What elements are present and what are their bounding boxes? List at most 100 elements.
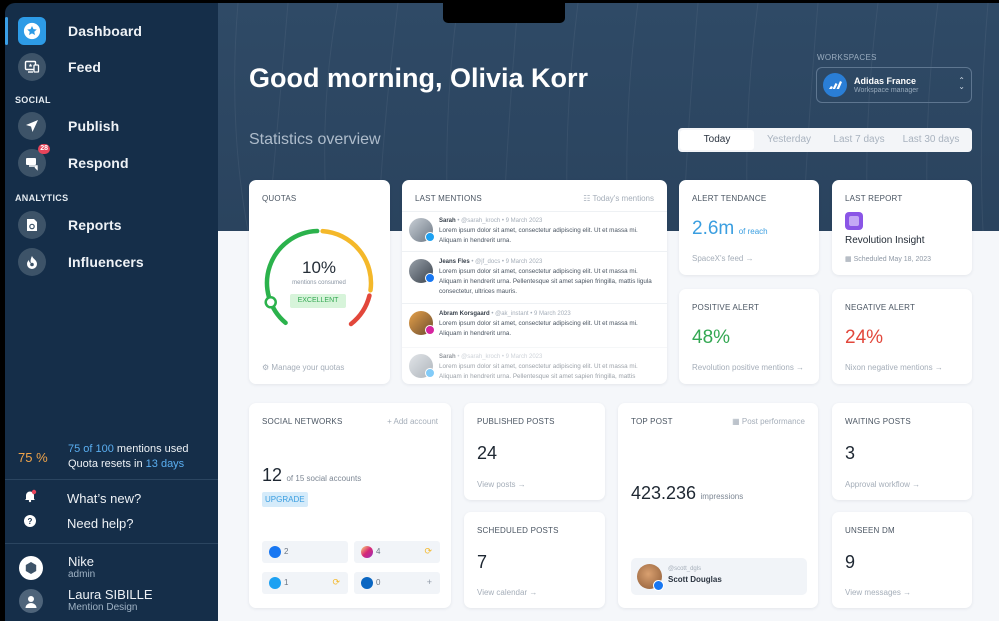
negative-mentions-link[interactable]: Nixon negative mentions → [845,363,943,372]
tab-today[interactable]: Today [680,130,754,150]
instagram-accounts-tile[interactable]: 4 ⟳ [354,541,440,563]
user-avatar-icon [19,588,43,613]
published-count: 24 [477,443,498,463]
card-title: POSITIVE ALERT [692,303,760,312]
sidebar-item-label: Reports [68,217,122,233]
account-nike[interactable]: Nike admin [19,554,95,581]
linkedin-accounts-tile[interactable]: 0 + [354,572,440,594]
impressions-unit: impressions [700,492,744,501]
mention-item[interactable]: Sarah • @sarah_kroch • 9 March 2023 Lore… [402,211,667,251]
top-post-author[interactable]: @scott_dgls Scott Douglas [631,558,807,595]
divider [5,479,218,480]
card-title: UNSEEN DM [845,526,895,535]
facebook-accounts-tile[interactable]: 2 [262,541,348,563]
view-calendar-link[interactable]: View calendar → [477,588,537,597]
mention-date: 9 March 2023 [505,218,543,224]
view-posts-link[interactable]: View posts → [477,480,526,489]
mention-text: Lorem ipsum dolor sit amet, consectetur … [439,268,652,295]
active-indicator [5,17,8,45]
gauge-segment-bad [348,293,372,327]
sidebar-item-publish[interactable]: Publish [18,112,119,140]
mention-item[interactable]: Jeans Fles • @jf_docs • 9 March 2023 Lor… [402,251,667,303]
mention-handle: @sarah_kroch [461,354,501,360]
chevron-updown-icon: ⌃ ⌄ [958,76,965,91]
facebook-icon [425,273,435,283]
top-post-card: TOP POST ▦ Post performance 423.236 impr… [618,403,818,608]
sidebar-item-influencers[interactable]: Influencers [18,248,144,276]
workspace-selector[interactable]: Adidas France Workspace manager ⌃ ⌄ [816,67,972,103]
negative-alert-card: NEGATIVE ALERT 24% Nixon negative mentio… [832,289,972,384]
bell-icon [23,489,37,508]
account-laura[interactable]: Laura SIBILLE Mention Design [19,587,153,614]
manage-quotas-link[interactable]: ⚙ Manage your quotas [262,363,344,372]
quota-reset-days: 13 days [145,458,185,470]
sidebar-item-feed[interactable]: Feed [18,53,101,81]
chat-icon: 28 [18,144,50,177]
sync-icon[interactable]: ⟳ [424,546,432,557]
mention-text: Lorem ipsum dolor sit amet, consectetur … [439,363,638,380]
sidebar-item-dashboard[interactable]: Dashboard [18,17,142,45]
mention-author: Sarah [439,354,456,360]
star-icon [18,17,46,45]
unseen-dm-count: 9 [845,552,856,572]
upgrade-button[interactable]: UPGRADE [262,492,308,507]
mention-item[interactable]: Sarah • @sarah_kroch • 9 March 2023 Lore… [402,347,667,384]
mention-text: Lorem ipsum dolor sit amet, consectetur … [439,227,638,244]
plus-icon[interactable]: + [427,577,432,587]
workspace-name: Adidas France [854,76,917,86]
account-role: admin [68,569,96,580]
list-icon: ☷ [583,194,591,203]
adidas-logo-icon [823,73,847,97]
card-title: QUOTAS [262,194,297,203]
view-messages-link[interactable]: View messages → [845,588,911,597]
sync-icon[interactable]: ⟳ [332,577,340,588]
sidebar: Dashboard Feed SOCIAL Publish 28 Respond… [5,3,218,621]
report-name[interactable]: Revolution Insight [845,235,925,246]
sidebar-item-respond[interactable]: 28 Respond [18,144,129,177]
last-mentions-card: LAST MENTIONS ☷ Today's mentions Sarah •… [402,180,667,384]
accounts-suffix: of 15 social accounts [286,474,362,483]
card-title: TOP POST [631,417,673,426]
report-icon [845,212,863,230]
mention-handle: @sarah_kroch [461,218,501,224]
twitter-accounts-tile[interactable]: 1 ⟳ [262,572,348,594]
todays-mentions-link[interactable]: ☷ Today's mentions [583,194,654,203]
reach-number: 2.6m [692,218,735,239]
instagram-count: 4 [376,547,381,556]
sidebar-item-reports[interactable]: Reports [18,211,122,239]
mention-author: Abram Korsgaard [439,311,490,317]
post-performance-link[interactable]: ▦ Post performance [732,417,805,426]
paper-plane-icon [18,112,46,140]
account-name: Nike [68,554,95,569]
add-account-button[interactable]: + Add account [387,417,438,426]
need-help-link[interactable]: ? Need help? [23,514,134,533]
mention-header: Sarah • @sarah_kroch • 9 March 2023 [439,218,543,224]
positive-mentions-link[interactable]: Revolution positive mentions → [692,363,804,372]
mention-date: 9 March 2023 [505,354,543,360]
spacex-feed-link[interactable]: SpaceX's feed → [692,254,754,263]
section-label-social: SOCIAL [15,95,51,105]
tab-yesterday[interactable]: Yesterday [754,130,824,150]
status-badge: EXCELLENT [290,294,346,308]
quota-used: 75 of 100 [68,443,114,455]
main-content: Good morning, Olivia Korr Statistics ove… [218,3,999,621]
quota-summary: 75 % 75 of 100 mentions used Quota reset… [5,438,218,478]
whats-new-link[interactable]: What’s new? [23,489,141,508]
card-title: WAITING POSTS [845,417,911,426]
tab-last-7-days[interactable]: Last 7 days [824,130,894,150]
report-scheduled-date: Scheduled May 18, 2023 [853,256,932,263]
card-title: SCHEDULED POSTS [477,526,559,535]
tab-last-30-days[interactable]: Last 30 days [894,130,968,150]
report-scheduled: ▦ Scheduled May 18, 2023 [845,255,931,263]
sidebar-item-label: Influencers [68,254,144,270]
approval-workflow-link[interactable]: Approval workflow → [845,480,920,489]
card-title: SOCIAL NETWORKS [262,417,343,426]
whats-new-label: What’s new? [67,491,142,506]
social-networks-card: SOCIAL NETWORKS + Add account 12 of 15 s… [249,403,451,608]
manage-quotas-label: Manage your quotas [271,363,345,372]
mention-header: Abram Korsgaard • @ak_instant • 9 March … [439,311,571,317]
reach-value: 2.6m of reach [692,218,768,240]
facebook-icon [269,546,281,558]
card-title: LAST REPORT [845,194,903,203]
mention-item[interactable]: Abram Korsgaard • @ak_instant • 9 March … [402,303,667,347]
